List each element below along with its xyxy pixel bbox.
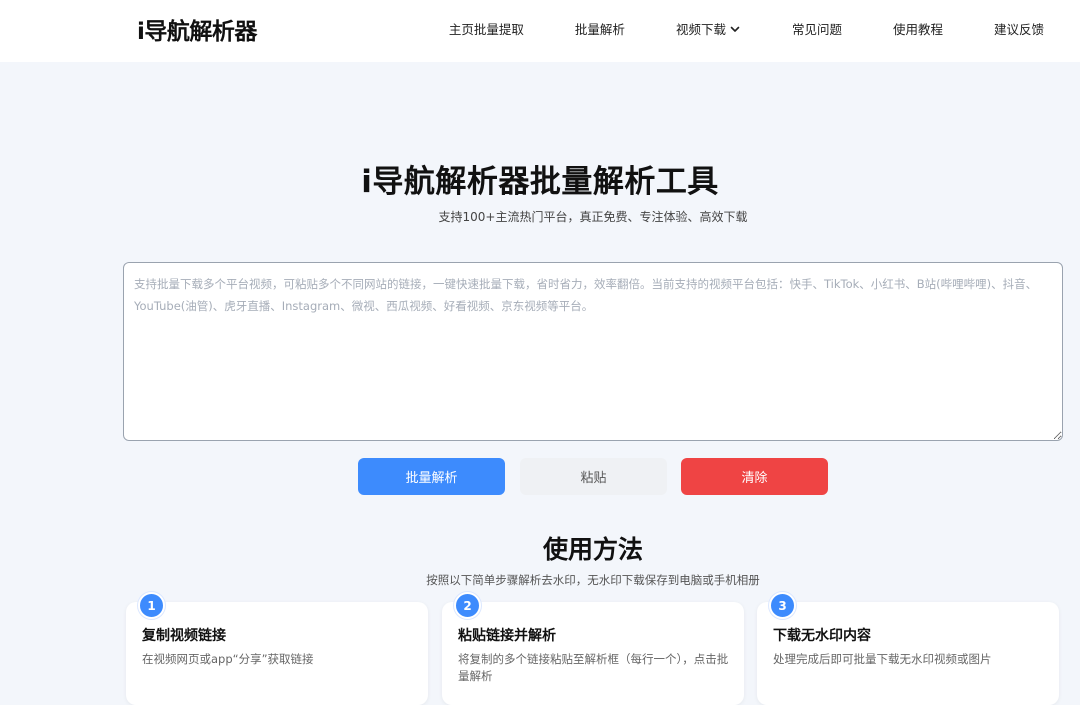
chevron-down-icon: [730, 26, 740, 32]
page-title: i导航解析器批量解析工具: [361, 164, 719, 200]
step-title: 下载无水印内容: [773, 628, 871, 644]
nav-item-batch-parse[interactable]: 批量解析: [575, 19, 625, 38]
nav-item-feedback[interactable]: 建议反馈: [994, 19, 1044, 38]
nav-item-label: 视频下载: [675, 22, 726, 37]
nav-item-faq[interactable]: 常见问题: [792, 19, 842, 38]
nav-item-video-download[interactable]: 视频下载: [676, 19, 741, 38]
nav-item-home-batch-extract[interactable]: 主页批量提取: [449, 19, 524, 38]
page-subtitle: 支持100+主流热门平台，真正免费、专注体验、高效下载: [438, 210, 748, 224]
nav-item-label: 批量解析: [574, 22, 625, 37]
nav-item-tutorial[interactable]: 使用教程: [893, 19, 943, 38]
step-description: 在视频网页或app“分享”获取链接: [142, 652, 314, 666]
nav-item-label: 主页批量提取: [448, 22, 524, 37]
site-logo[interactable]: i导航解析器: [137, 12, 257, 46]
nav-item-label: 使用教程: [892, 22, 943, 37]
main-nav: 主页批量提取 批量解析 视频下载 常见问题 使用教程 建议反馈: [449, 19, 1044, 38]
step-description: 将复制的多个链接粘贴至解析框（每行一个），点击批量解析: [458, 652, 729, 683]
step-card: 1 复制视频链接 在视频网页或app“分享”获取链接: [126, 592, 428, 705]
step-card: 2 粘贴链接并解析 将复制的多个链接粘贴至解析框（每行一个），点击批量解析: [442, 592, 744, 705]
batch-parse-button[interactable]: 批量解析: [358, 458, 505, 495]
usage-section-subtitle: 按照以下简单步骤解析去水印，无水印下载保存到电脑或手机相册: [426, 573, 760, 587]
step-title: 复制视频链接: [142, 628, 226, 644]
clear-button[interactable]: 清除: [681, 458, 828, 495]
step-number-badge: 1: [138, 592, 165, 619]
link-input-textarea[interactable]: [123, 262, 1063, 441]
step-number-badge: 2: [454, 592, 481, 619]
link-input-container: [123, 262, 1063, 441]
step-card: 3 下载无水印内容 处理完成后即可批量下载无水印视频或图片: [757, 592, 1059, 705]
usage-section-title: 使用方法: [542, 535, 643, 564]
nav-item-label: 建议反馈: [993, 22, 1044, 37]
step-title: 粘贴链接并解析: [458, 628, 556, 644]
step-description: 处理完成后即可批量下载无水印视频或图片: [773, 652, 992, 666]
paste-button[interactable]: 粘贴: [520, 458, 667, 495]
step-number-badge: 3: [769, 592, 796, 619]
top-navbar: i导航解析器 主页批量提取 批量解析 视频下载 常见问题 使用教程 建议反馈: [0, 0, 1080, 62]
nav-item-label: 常见问题: [791, 22, 842, 37]
